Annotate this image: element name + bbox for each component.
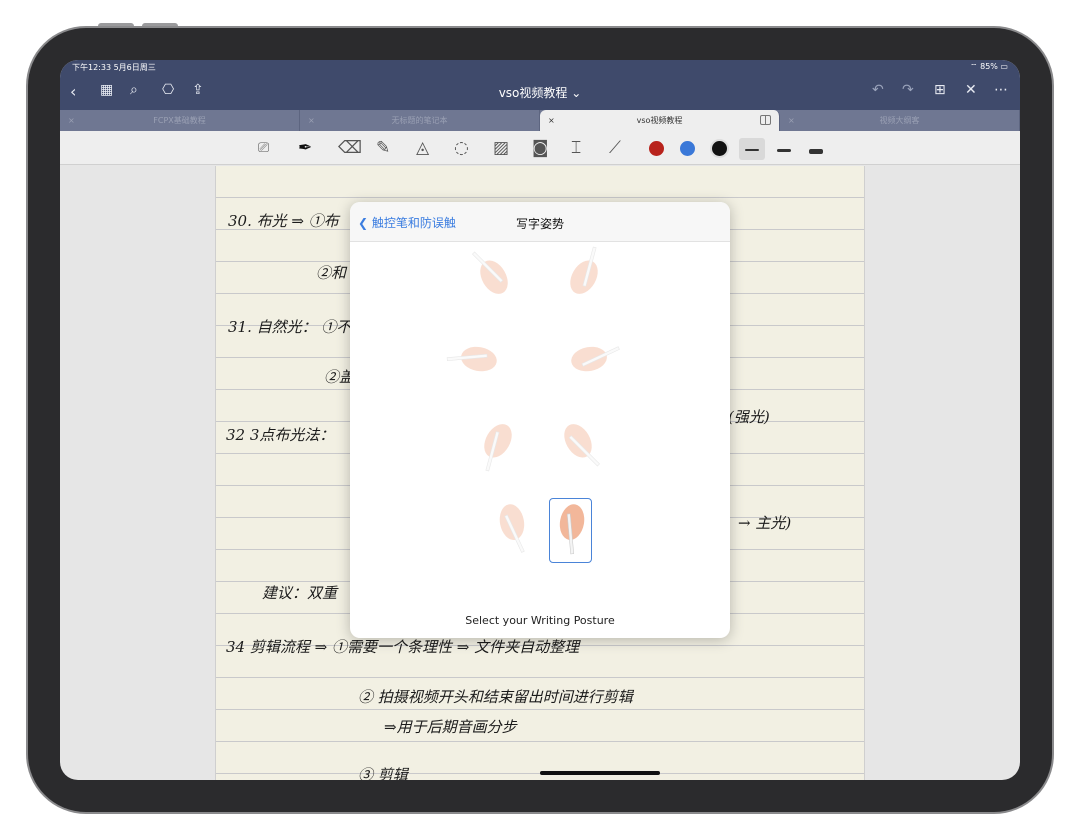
note-line: (强光) — [728, 408, 770, 426]
posture-caption: Select your Writing Posture — [465, 614, 615, 627]
color-red[interactable] — [649, 141, 664, 156]
stroke-medium[interactable] — [771, 138, 797, 160]
writing-posture-dialog: ❮ 触控笔和防误触 写字姿势 Select your Writing Postu… — [350, 202, 730, 638]
undo-icon[interactable]: ↶ — [872, 82, 884, 98]
note-line: ③ 剪辑 — [358, 766, 408, 780]
eraser-icon[interactable]: ⌫ — [338, 138, 362, 158]
screen: 下午12:33 5月6日周三 ⌔ 85% ▭ ‹ ▦ ⌕ ⎔ ⇪ vso视频教程… — [60, 60, 1020, 780]
note-line: 32 3点布光法： — [226, 426, 335, 444]
close-tab-icon[interactable]: × — [788, 110, 795, 131]
note-line: → 主光) — [738, 514, 792, 532]
text-icon[interactable]: ⌶ — [571, 138, 581, 158]
tab-fcpx[interactable]: × FCPX基础教程 — [60, 110, 300, 131]
image-icon[interactable]: ▨ — [493, 138, 509, 158]
note-line: 34 剪辑流程 ⇒ ①需要一个条理性 ⇒ 文件夹自动整理 — [226, 638, 580, 656]
add-page-icon[interactable]: ⊞ — [934, 82, 946, 98]
battery-status: ⌔ 85% ▭ — [970, 62, 1008, 71]
tab-outline[interactable]: × 视频大纲客 — [780, 110, 1020, 131]
tab-bar: × FCPX基础教程 × 无标题的笔记本 × vso视频教程 × 视频大纲客 — [60, 110, 1020, 131]
posture-option-3[interactable] — [446, 330, 497, 386]
close-icon[interactable]: ✕ — [965, 82, 977, 98]
pen-icon[interactable]: ✒ — [298, 138, 312, 158]
posture-option-2[interactable] — [564, 244, 610, 300]
posture-option-6[interactable] — [558, 418, 604, 474]
split-view-icon[interactable] — [760, 115, 771, 125]
posture-option-1[interactable] — [468, 244, 514, 300]
selected-posture-frame — [549, 498, 592, 563]
color-black[interactable] — [712, 141, 727, 156]
status-time: 下午12:33 5月6日周三 — [72, 62, 156, 72]
posture-option-7[interactable] — [490, 500, 536, 556]
stroke-thin[interactable] — [739, 138, 765, 160]
close-tab-icon[interactable]: × — [548, 110, 555, 131]
nav-bar: ‹ ▦ ⌕ ⎔ ⇪ vso视频教程 ⌄ ↶ ↷ ⊞ ✕ ⋯ — [60, 74, 1020, 110]
camera-icon[interactable]: ◙ — [532, 138, 549, 158]
tab-untitled[interactable]: × 无标题的笔记本 — [300, 110, 540, 131]
note-line: ② 拍摄视频开头和结束留出时间进行剪辑 — [358, 688, 633, 706]
laser-icon[interactable]: ⟋ — [609, 138, 621, 158]
close-tab-icon[interactable]: × — [308, 110, 315, 131]
stroke-thick[interactable] — [803, 138, 829, 160]
readonly-icon[interactable]: ⎚ — [258, 140, 269, 156]
tab-vso[interactable]: × vso视频教程 — [540, 110, 780, 131]
status-bar: 下午12:33 5月6日周三 ⌔ 85% ▭ — [60, 60, 1020, 74]
posture-option-4[interactable] — [571, 330, 620, 386]
shapes-icon[interactable]: ◬ — [416, 138, 429, 158]
home-indicator — [540, 771, 660, 775]
note-line: ⇒用于后期音画分步 — [384, 718, 517, 736]
highlighter-icon[interactable]: ✎ — [376, 138, 390, 158]
dialog-header: ❮ 触控笔和防误触 写字姿势 — [350, 202, 730, 242]
note-line: ②和 — [316, 264, 347, 282]
note-line: 31. 自然光： ①不 — [228, 318, 352, 336]
more-icon[interactable]: ⋯ — [994, 82, 1008, 98]
redo-icon[interactable]: ↷ — [902, 82, 914, 98]
dialog-title: 写字姿势 — [515, 217, 564, 231]
color-blue[interactable] — [680, 141, 695, 156]
note-line: 30. 布光 ⇒ ①布 — [228, 212, 339, 230]
close-tab-icon[interactable]: × — [68, 110, 75, 131]
tool-bar: ⎚ ✒ ⌫ ✎ ◬ ◌ ▨ ◙ ⌶ ⟋ — [60, 131, 1020, 165]
lasso-icon[interactable]: ◌ — [454, 138, 469, 158]
note-line: 建议：双重 — [262, 584, 338, 602]
posture-option-5[interactable] — [472, 418, 518, 474]
